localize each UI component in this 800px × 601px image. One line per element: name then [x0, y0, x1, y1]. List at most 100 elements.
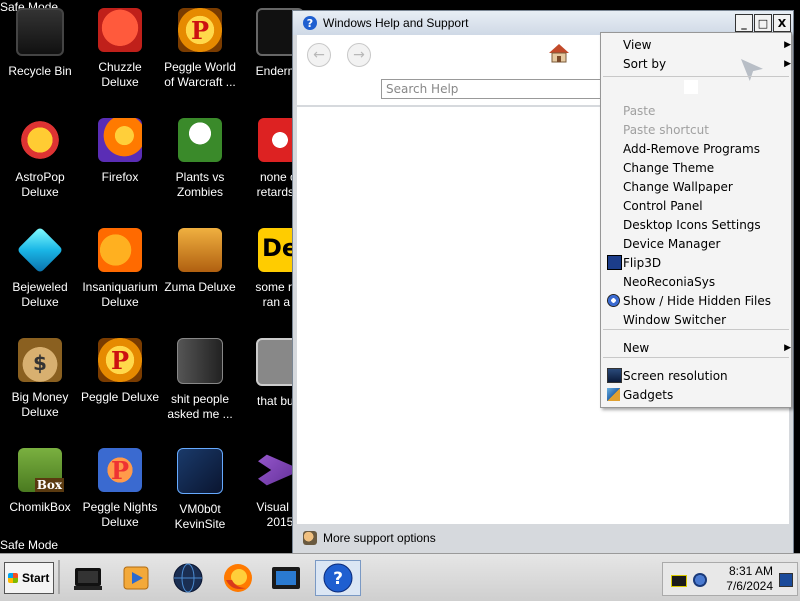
- globe-icon[interactable]: [172, 562, 204, 594]
- insaniquarium-icon: [98, 228, 142, 272]
- menu-item-neoreconiasys[interactable]: NeoReconiaSys: [601, 272, 791, 291]
- menu-item-label: NeoReconiaSys: [623, 274, 716, 289]
- desktop-icon[interactable]: Zuma Deluxe: [160, 220, 240, 320]
- desktop-icon-label: ChomikBox: [9, 500, 71, 514]
- clock-time: 8:31 AM: [728, 564, 773, 578]
- folder-icon: [177, 338, 223, 384]
- menu-separator: [603, 76, 789, 77]
- desktop-icon-label: Peggle Deluxe: [80, 390, 160, 404]
- window-title: Windows Help and Support: [323, 16, 469, 30]
- chomikbox-icon: [18, 448, 64, 492]
- menu-item-label: Device Manager: [623, 236, 721, 251]
- desktop-icon[interactable]: shit people asked me ...: [160, 330, 240, 430]
- desktop-icon-label: Peggle World of Warcraft ...: [164, 60, 236, 89]
- desktop-icon[interactable]: Firefox: [80, 110, 160, 210]
- menu-item-show-hide-hidden-files[interactable]: Show / Hide Hidden Files: [601, 291, 791, 310]
- desktop-icon-label: Recycle Bin: [8, 64, 72, 78]
- forward-button[interactable]: →: [347, 43, 371, 67]
- menu-item-device-manager[interactable]: Device Manager: [601, 234, 791, 253]
- monitor-icon[interactable]: [270, 562, 302, 594]
- desktop-icon-label: AstroPop Deluxe: [15, 170, 65, 199]
- menu-item-label: Change Wallpaper: [623, 179, 733, 194]
- menu-item-new[interactable]: New ▶: [601, 338, 791, 357]
- peggle-nights-icon: [98, 448, 142, 492]
- desktop-icon-label: Plants vs Zombies: [175, 170, 225, 199]
- menu-item-paste-shortcut: Paste shortcut: [601, 120, 791, 139]
- flip3d-icon: [607, 255, 622, 270]
- menu-item-control-panel[interactable]: Control Panel: [601, 196, 791, 215]
- chuzzle-icon: [98, 8, 142, 52]
- menu-item-screen-resolution[interactable]: Screen resolution: [601, 366, 791, 385]
- menu-item-label: Paste shortcut: [623, 122, 709, 137]
- desktop-icon[interactable]: Recycle Bin: [0, 0, 80, 100]
- menu-item-label: Paste: [623, 103, 656, 118]
- screen-icon: [607, 368, 622, 383]
- peggle-icon: [178, 8, 222, 52]
- submenu-arrow-icon: ▶: [784, 58, 791, 69]
- desktop-icon[interactable]: Peggle Nights Deluxe: [80, 440, 160, 540]
- menu-item-window-switcher[interactable]: Window Switcher: [601, 310, 791, 329]
- desktop-icon[interactable]: Peggle Deluxe: [80, 330, 160, 430]
- start-button[interactable]: Start: [4, 562, 54, 594]
- computer-icon[interactable]: [72, 562, 104, 594]
- tray-battery-icon[interactable]: [671, 575, 687, 587]
- menu-item-label: Gadgets: [623, 387, 674, 402]
- firefox-taskbar-icon[interactable]: [222, 562, 254, 594]
- desktop-icon-label: Bejeweled Deluxe: [12, 280, 68, 309]
- desktop-icon[interactable]: VM0b0t KevinSite: [160, 440, 240, 540]
- menu-separator: [603, 329, 789, 330]
- start-label: Start: [22, 571, 50, 585]
- desktop-icon[interactable]: Chuzzle Deluxe: [80, 0, 160, 100]
- menu-item-label: View: [623, 37, 652, 52]
- desktop-icon[interactable]: ChomikBox: [0, 440, 80, 540]
- menu-item-label: Add-Remove Programs: [623, 141, 760, 156]
- home-icon[interactable]: [547, 41, 571, 65]
- menu-item-desktop-icons-settings[interactable]: Desktop Icons Settings: [601, 215, 791, 234]
- menu-item-change-wallpaper[interactable]: Change Wallpaper: [601, 177, 791, 196]
- menu-overlay-patch: [684, 80, 698, 94]
- minimize-button[interactable]: _: [735, 14, 753, 32]
- desktop-icon-label: Firefox: [101, 170, 139, 184]
- status-bar[interactable]: More support options: [297, 526, 789, 550]
- search-input[interactable]: Search Help: [381, 79, 607, 99]
- safe-mode-label-bottom: Safe Mode: [0, 538, 59, 552]
- gadgets-icon: [607, 388, 620, 401]
- menu-item-view[interactable]: View ▶: [601, 35, 791, 54]
- tray-network-icon[interactable]: [693, 573, 707, 587]
- desktop-icon[interactable]: Bejeweled Deluxe: [0, 220, 80, 320]
- more-support-options-link[interactable]: More support options: [323, 531, 436, 545]
- astropop-icon: [18, 118, 62, 162]
- show-desktop-icon[interactable]: [779, 573, 793, 587]
- desktop-icon-label: Big Money Deluxe: [11, 390, 69, 419]
- desktop-icon[interactable]: Big Money Deluxe: [0, 330, 80, 430]
- firefox-icon: [98, 118, 142, 162]
- desktop-icon-label: VM0b0t KevinSite: [174, 502, 226, 531]
- clock[interactable]: 8:31 AM 7/6/2024: [713, 564, 773, 594]
- zuma-icon: [178, 228, 222, 272]
- desktop-icon-label: Peggle Nights Deluxe: [82, 500, 158, 529]
- recycle-bin-icon: [16, 8, 64, 56]
- menu-item-paste: Paste: [601, 101, 791, 120]
- close-button[interactable]: X: [773, 14, 791, 32]
- maximize-button[interactable]: □: [754, 14, 772, 32]
- back-button[interactable]: ←: [307, 43, 331, 67]
- desktop-icon-label: shit people asked me ...: [167, 392, 233, 421]
- clock-date: 7/6/2024: [726, 579, 773, 593]
- desktop-icon[interactable]: Peggle World of Warcraft ...: [160, 0, 240, 100]
- menu-item-gadgets[interactable]: Gadgets: [601, 385, 791, 404]
- menu-item-change-theme[interactable]: Change Theme: [601, 158, 791, 177]
- media-player-icon[interactable]: [120, 562, 152, 594]
- taskbar-divider: [58, 560, 60, 594]
- submenu-arrow-icon: ▶: [784, 39, 791, 50]
- desktop-icon[interactable]: Insaniquarium Deluxe: [80, 220, 160, 320]
- menu-item-add-remove-programs[interactable]: Add-Remove Programs: [601, 139, 791, 158]
- desktop-icon[interactable]: AstroPop Deluxe: [0, 110, 80, 210]
- menu-item-flip3d[interactable]: Flip3D: [601, 253, 791, 272]
- eye-icon: [607, 294, 620, 307]
- big-money-icon: [18, 338, 62, 382]
- menu-item-sort-by[interactable]: Sort by ▶: [601, 54, 791, 73]
- desktop-icon[interactable]: Plants vs Zombies: [160, 110, 240, 210]
- menu-item-label: Flip3D: [623, 255, 662, 270]
- help-taskbar-button[interactable]: ?: [315, 560, 361, 596]
- menu-item-label: Desktop Icons Settings: [623, 217, 761, 232]
